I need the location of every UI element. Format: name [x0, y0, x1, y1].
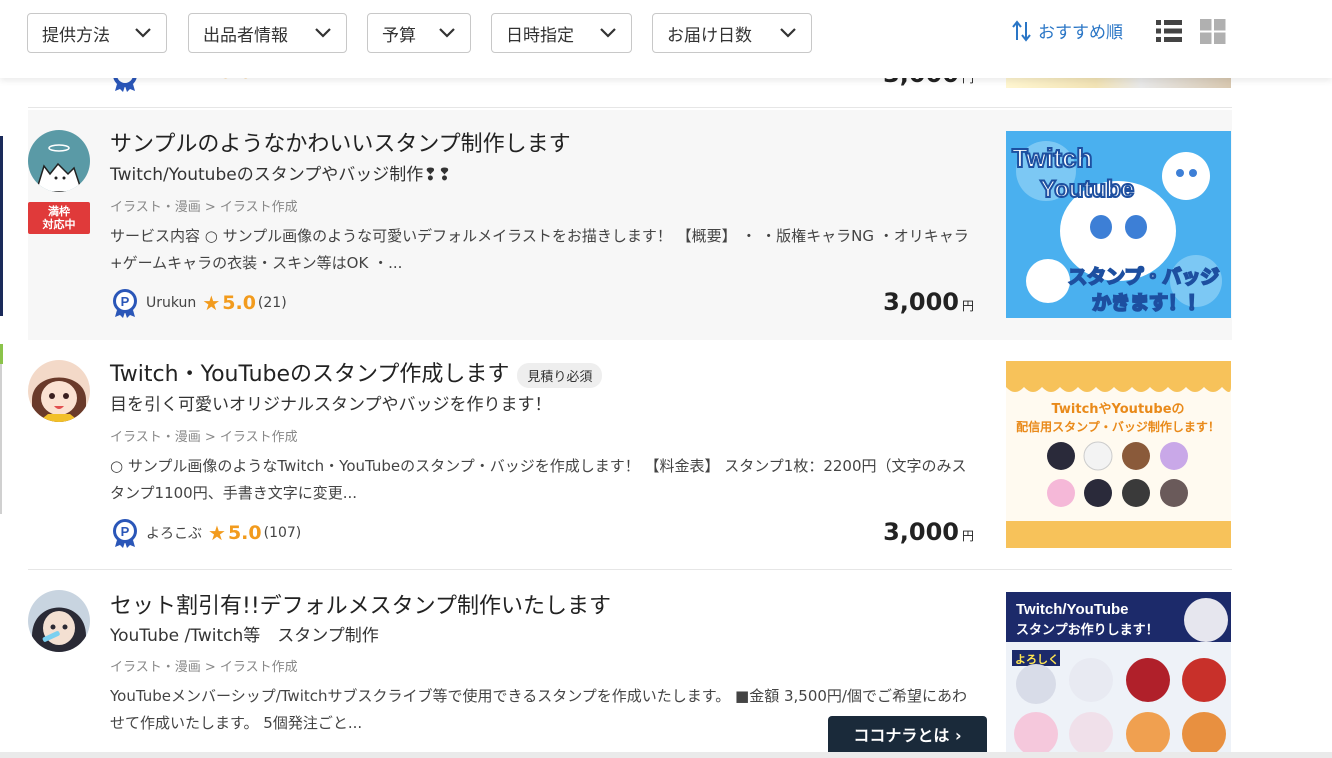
review-count: (21): [257, 295, 287, 311]
seller-info: P Urukun ★ 5.0 (21): [110, 288, 287, 318]
chevron-down-icon: [599, 24, 617, 42]
review-count: (107): [263, 525, 302, 541]
price-value: 3,000: [883, 288, 959, 316]
price-unit: 円: [961, 299, 974, 313]
list-view-icon[interactable]: [1156, 18, 1182, 48]
filter-date[interactable]: 日時指定: [491, 13, 632, 53]
service-subtitle: YouTube /Twitch等 スタンプ制作: [110, 626, 379, 646]
avatar[interactable]: [28, 130, 90, 192]
status-badge-line: 対応中: [42, 218, 76, 231]
service-description: ○ サンプル画像のようなTwitch・YouTubeのスタンプ・バッジを作成しま…: [110, 457, 967, 502]
thumbnail-text: スタンプ・バッジ: [1068, 265, 1219, 288]
thumbnail-text: Twitch: [1012, 143, 1092, 173]
thumbnail-text: スタンプお作りします！: [1016, 622, 1159, 638]
service-row[interactable]: セット割引有!!デフォルメスタンプ制作いたします YouTube /Twitch…: [28, 570, 1232, 752]
avatar[interactable]: [28, 360, 90, 422]
service-title-text[interactable]: サンプルのようなかわいいスタンプ制作します: [110, 132, 571, 157]
left-edge-strip: [0, 136, 3, 316]
category-breadcrumb[interactable]: イラスト・漫画 > イラスト作成: [110, 656, 298, 675]
category-breadcrumb[interactable]: イラスト・漫画 > イラスト作成: [110, 196, 298, 215]
filter-label: 提供方法: [42, 25, 110, 46]
seller-name[interactable]: Urukun: [146, 295, 196, 311]
filter-budget[interactable]: 予算: [367, 13, 471, 53]
service-row[interactable]: 満枠 対応中 サンプルのようなかわいいスタンプ制作します Twitch/Yout…: [28, 110, 1232, 340]
seller-name[interactable]: よろこぶ: [146, 523, 202, 543]
filter-bar: 提供方法 出品者情報 予算 日時指定 お届け日数 おすすめ順: [0, 0, 1332, 78]
grid-view-icon[interactable]: [1200, 18, 1226, 48]
service-subtitle: 目を引く可愛いオリジナルスタンプやバッジを作ります！: [110, 395, 552, 415]
chevron-down-icon: [438, 24, 456, 42]
service-title[interactable]: Twitch・YouTubeのスタンプ作成します 見積り必須: [110, 356, 603, 388]
thumbnail-text: 配信用スタンプ・バッジ制作します！: [1016, 419, 1220, 434]
svg-text:P: P: [121, 524, 130, 539]
service-thumbnail[interactable]: TwitchやYoutubeの 配信用スタンプ・バッジ制作します！: [1006, 361, 1231, 548]
filter-seller-info[interactable]: 出品者情報: [188, 13, 347, 53]
star-icon: ★: [202, 291, 221, 315]
service-thumbnail[interactable]: Twitch Youtube スタンプ・バッジ かきます！！: [1006, 131, 1231, 318]
filter-label: 予算: [382, 25, 416, 46]
bottom-bar: [0, 752, 1332, 758]
filter-delivery-days[interactable]: お届け日数: [652, 13, 812, 53]
about-coconala-button[interactable]: ココナラとは ›: [828, 716, 987, 752]
price-unit: 円: [961, 529, 974, 543]
chevron-down-icon: [314, 24, 332, 42]
chevron-down-icon: [779, 24, 797, 42]
service-row[interactable]: Twitch・YouTubeのスタンプ作成します 見積り必須 目を引く可愛いオリジ…: [28, 340, 1232, 570]
thumbnail-text: かきます！！: [1092, 292, 1206, 314]
thumbnail-text: Youtube: [1040, 176, 1134, 203]
row-divider: [28, 107, 1232, 108]
sort-label: おすすめ順: [1038, 23, 1123, 43]
avatar[interactable]: [28, 590, 90, 652]
service-thumbnail[interactable]: Twitch/YouTube スタンプお作りします！ よろしく: [1006, 592, 1231, 752]
status-badge: 満枠 対応中: [28, 202, 90, 234]
status-badge-line: 満枠: [48, 205, 70, 218]
star-icon: ★: [208, 521, 226, 545]
price: 3,000円: [883, 518, 974, 546]
chevron-down-icon: [134, 24, 152, 42]
thumbnail-text: TwitchやYoutubeの: [1051, 402, 1184, 417]
service-description: サービス内容 ○ サンプル画像のような可愛いデフォルメイラストをお描きします！ …: [110, 227, 969, 272]
sort-arrows-icon: [1012, 19, 1031, 42]
thumbnail-text: Twitch/YouTube: [1016, 601, 1129, 618]
price-value: 3,000: [883, 518, 959, 546]
service-subtitle: Twitch/Youtubeのスタンプやバッジ制作❢❢: [110, 165, 452, 185]
seller-info: P よろこぶ ★ 5.0 (107): [110, 518, 301, 548]
rating-score: 5.0: [227, 522, 262, 544]
service-title-text[interactable]: セット割引有!!デフォルメスタンプ制作いたします: [110, 594, 611, 619]
left-edge-strip: [0, 364, 2, 514]
rank-badge-icon: P: [110, 518, 140, 548]
service-title[interactable]: セット割引有!!デフォルメスタンプ制作いたします: [110, 588, 611, 620]
service-title[interactable]: サンプルのようなかわいいスタンプ制作します: [110, 126, 571, 158]
price: 3,000円: [883, 288, 974, 316]
category-breadcrumb[interactable]: イラスト・漫画 > イラスト作成: [110, 426, 298, 445]
left-edge-strip: [0, 344, 3, 364]
svg-text:P: P: [121, 294, 130, 309]
filter-delivery-method[interactable]: 提供方法: [27, 13, 167, 53]
service-title-text[interactable]: Twitch・YouTubeのスタンプ作成します: [110, 362, 509, 387]
rating-score: 5.0: [222, 292, 256, 314]
rank-badge-icon: P: [110, 288, 140, 318]
estimate-required-tag: 見積り必須: [517, 362, 603, 388]
filter-label: 日時指定: [506, 25, 574, 46]
filter-label: 出品者情報: [203, 25, 288, 46]
sort-selector[interactable]: おすすめ順: [1012, 18, 1123, 43]
filter-label: お届け日数: [667, 25, 752, 46]
